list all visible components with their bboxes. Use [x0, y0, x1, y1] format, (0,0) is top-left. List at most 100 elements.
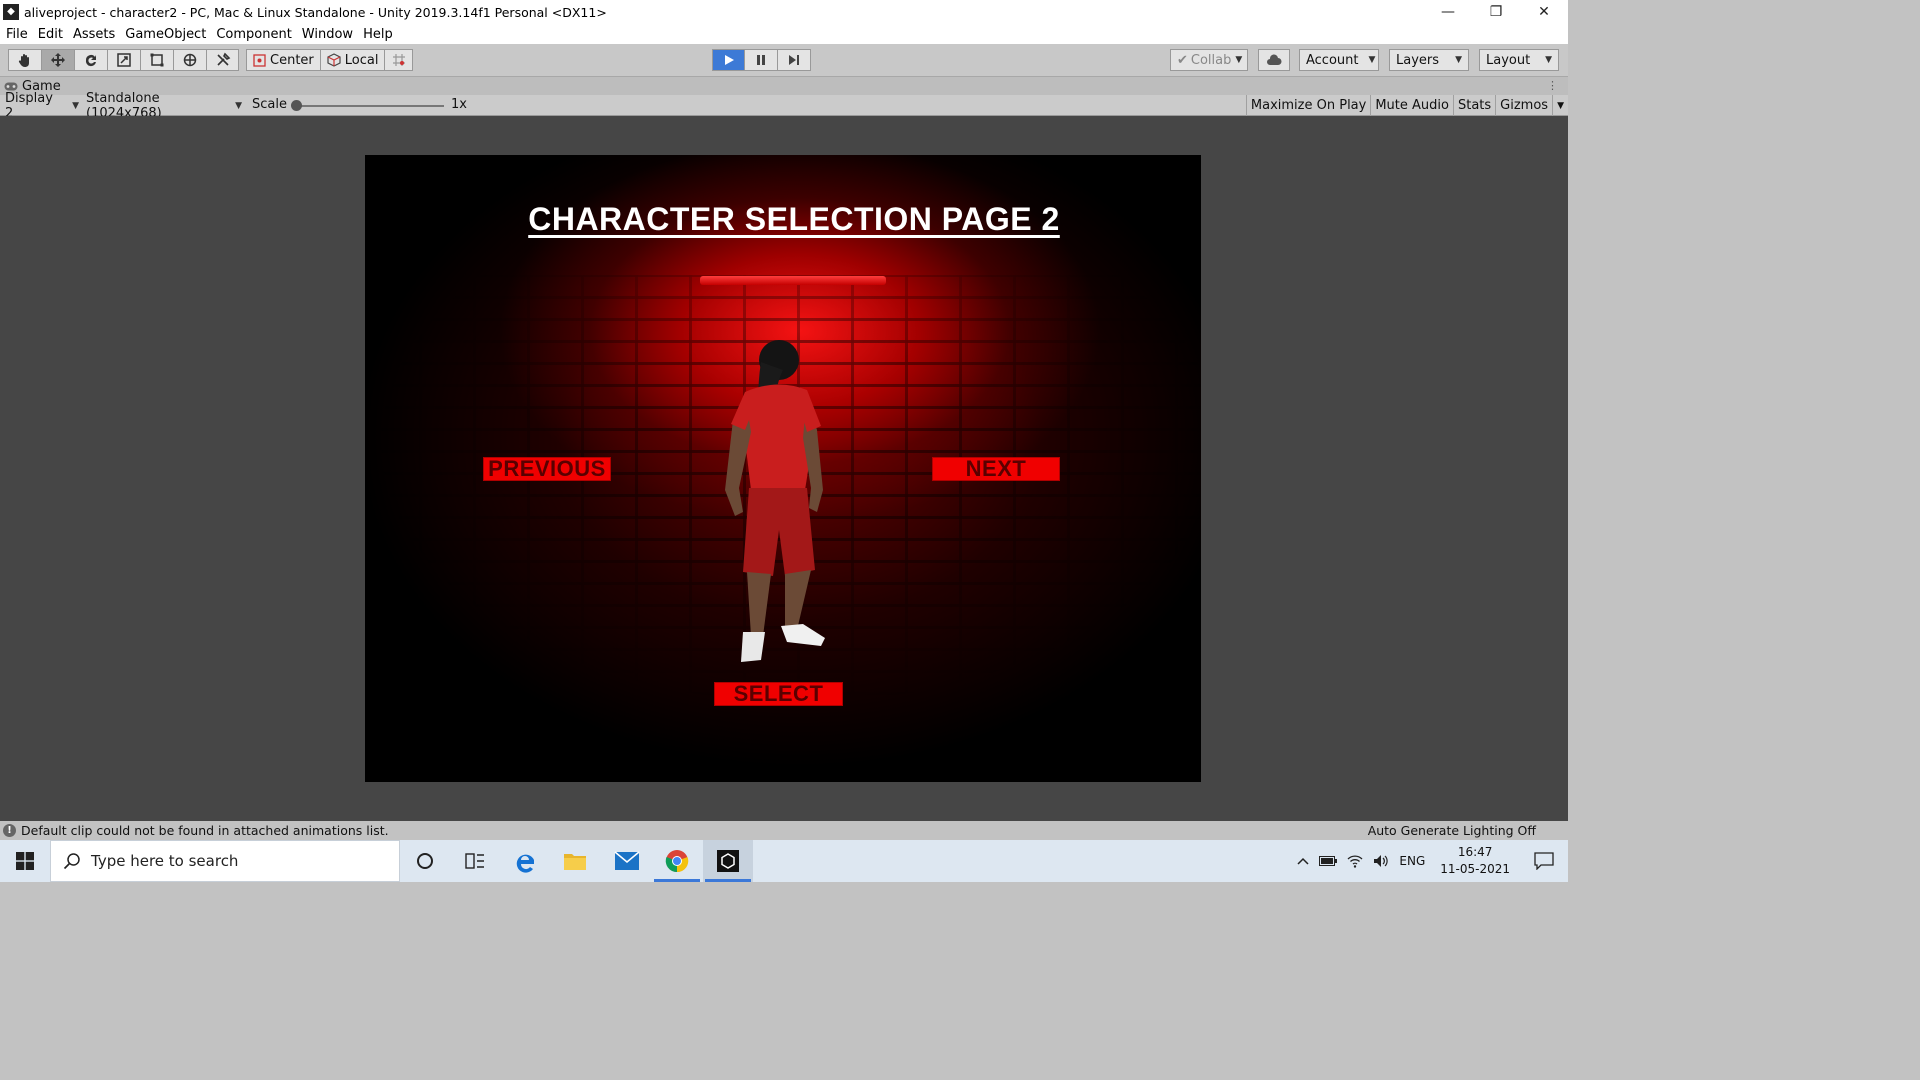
minimize-icon[interactable]: —: [1424, 0, 1472, 24]
cortana-button[interactable]: [400, 840, 450, 882]
display-dropdown[interactable]: Display 2 ▼: [5, 91, 79, 121]
start-button[interactable]: [0, 840, 50, 882]
gizmos-caret-icon[interactable]: ▼: [1552, 95, 1568, 116]
character-selection-title: CHARACTER SELECTION PAGE 2: [528, 201, 1060, 237]
unity-taskbar-button[interactable]: [703, 840, 753, 882]
notification-icon[interactable]: [1520, 852, 1568, 870]
maximize-on-play-toggle[interactable]: Maximize On Play: [1245, 95, 1370, 116]
hand-tool-button[interactable]: [8, 49, 41, 71]
file-explorer-button[interactable]: [550, 840, 600, 882]
volume-icon[interactable]: [1368, 854, 1394, 868]
clock-date: 11-05-2021: [1440, 862, 1510, 876]
gizmos-toggle[interactable]: Gizmos: [1495, 95, 1552, 116]
clock-time: 16:47: [1457, 845, 1493, 859]
menu-edit[interactable]: Edit: [33, 27, 68, 42]
wrench-icon: [216, 52, 230, 66]
layers-caret-icon: ▼: [1455, 55, 1462, 65]
previous-button[interactable]: PREVIOUS: [483, 457, 611, 481]
collab-caret-icon: ▼: [1235, 55, 1243, 65]
pivot-local-button[interactable]: Local: [320, 49, 386, 71]
custom-tool-button[interactable]: [206, 49, 239, 71]
gamepad-icon: [4, 82, 18, 90]
window-controls: — ❐ ✕: [1424, 0, 1568, 24]
cloud-group: [1258, 49, 1290, 71]
language-indicator[interactable]: ENG: [1394, 854, 1430, 868]
transform-tool-button[interactable]: [173, 49, 206, 71]
tab-menu-icon[interactable]: ⋮: [1547, 79, 1558, 92]
status-message[interactable]: Default clip could not be found in attac…: [21, 823, 389, 838]
select-button[interactable]: SELECT: [714, 682, 843, 706]
windows-logo-icon: [16, 852, 34, 870]
mail-icon: [614, 851, 640, 870]
rotate-tool-button[interactable]: [74, 49, 107, 71]
menu-bar: File Edit Assets GameObject Component Wi…: [0, 24, 1568, 44]
wifi-icon[interactable]: [1342, 854, 1368, 868]
grid-snap-button[interactable]: [385, 49, 414, 71]
layers-dropdown[interactable]: Layers ▼: [1389, 49, 1469, 71]
menu-gameobject[interactable]: GameObject: [120, 27, 211, 42]
menu-help[interactable]: Help: [358, 27, 398, 42]
layers-group: Layers ▼: [1389, 49, 1469, 71]
close-icon[interactable]: ✕: [1520, 0, 1568, 24]
edge-icon: [516, 854, 534, 873]
move-tool-button[interactable]: [41, 49, 74, 71]
scale-label: Scale: [252, 97, 287, 112]
transform-icon: [183, 53, 197, 67]
game-view-toolbar: Display 2 ▼ Standalone (1024x768) ▼ Scal…: [0, 91, 1568, 121]
hand-icon: [18, 54, 29, 67]
chrome-button[interactable]: [652, 840, 702, 882]
windows-taskbar: Type here to search ENG 16:47 11-05-2021: [0, 840, 1568, 882]
layout-label: Layout: [1486, 52, 1531, 68]
layout-caret-icon: ▼: [1545, 55, 1552, 65]
collab-label: Collab: [1190, 52, 1232, 68]
menu-component[interactable]: Component: [211, 27, 296, 42]
play-button[interactable]: [712, 49, 745, 71]
stats-toggle[interactable]: Stats: [1452, 95, 1495, 116]
collab-check-icon: ✔: [1177, 52, 1188, 68]
taskbar-clock[interactable]: 16:47 11-05-2021: [1430, 844, 1520, 878]
taskbar-search-box[interactable]: Type here to search: [50, 840, 400, 882]
task-view-icon: [465, 853, 484, 869]
next-button[interactable]: NEXT: [932, 457, 1060, 481]
account-group: Account ▼: [1299, 49, 1379, 71]
tray-overflow-icon[interactable]: [1292, 857, 1314, 865]
collab-group: ✔ Collab ▼: [1170, 49, 1248, 71]
menu-file[interactable]: File: [1, 27, 33, 42]
game-view-options: Maximize On Play Mute Audio Stats Gizmos…: [1245, 95, 1568, 116]
game-viewport[interactable]: CHARACTER SELECTION PAGE 2 PREVIOUS NEXT…: [365, 155, 1201, 782]
pivot-center-label: Center: [270, 52, 314, 68]
system-tray: ENG 16:47 11-05-2021: [1292, 840, 1568, 882]
edge-taskbar-button[interactable]: [500, 840, 550, 882]
resolution-dropdown[interactable]: Standalone (1024x768) ▼: [86, 91, 242, 121]
battery-icon[interactable]: [1314, 856, 1342, 866]
scale-slider-thumb[interactable]: [291, 100, 302, 111]
pause-button[interactable]: [745, 49, 778, 71]
layout-dropdown[interactable]: Layout ▼: [1479, 49, 1559, 71]
cloud-button[interactable]: [1258, 49, 1290, 71]
cortana-icon: [417, 853, 433, 869]
character-model: [725, 340, 825, 662]
menu-window[interactable]: Window: [297, 27, 358, 42]
mute-audio-toggle[interactable]: Mute Audio: [1370, 95, 1453, 116]
pause-icon: [757, 55, 765, 65]
menu-assets[interactable]: Assets: [68, 27, 120, 42]
folder-icon: [564, 854, 586, 870]
account-dropdown[interactable]: Account ▼: [1299, 49, 1379, 71]
task-view-button[interactable]: [450, 840, 500, 882]
window-title-bar: ◆ aliveproject - character2 - PC, Mac & …: [0, 0, 1568, 24]
unity-app-icon: ◆: [3, 4, 19, 20]
layout-group: Layout ▼: [1479, 49, 1559, 71]
status-bar: ! Default clip could not be found in att…: [0, 821, 1568, 840]
resolution-caret-icon: ▼: [235, 100, 242, 111]
local-space-icon: [327, 53, 341, 67]
rect-tool-button[interactable]: [140, 49, 173, 71]
mail-button[interactable]: [602, 840, 652, 882]
restore-icon[interactable]: ❐: [1472, 0, 1520, 24]
pivot-center-button[interactable]: Center: [246, 49, 321, 71]
playback-controls: [712, 49, 811, 71]
scale-tool-button[interactable]: [107, 49, 140, 71]
step-button[interactable]: [778, 49, 811, 71]
collab-dropdown[interactable]: ✔ Collab ▼: [1170, 49, 1248, 71]
scale-slider-track[interactable]: [296, 105, 444, 107]
pivot-center-icon: [253, 53, 266, 67]
